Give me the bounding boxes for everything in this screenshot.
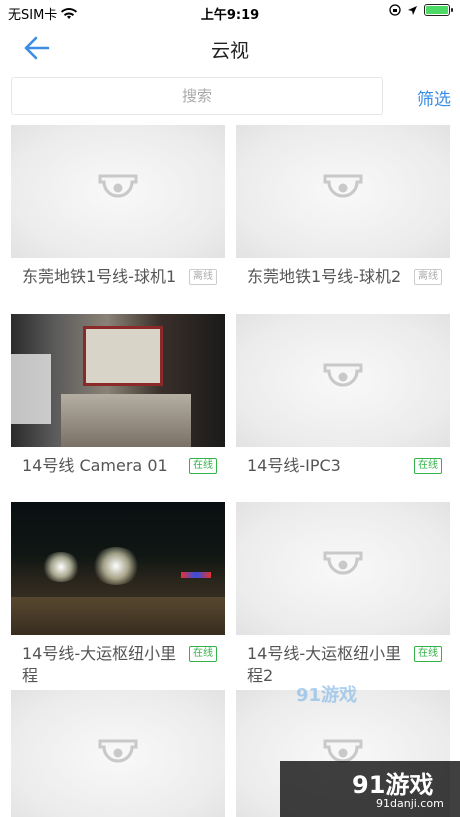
search-row: 筛选 bbox=[11, 77, 451, 115]
camera-placeholder-icon bbox=[323, 363, 363, 386]
nav-bar: 云视 bbox=[0, 26, 460, 70]
camera-thumbnail bbox=[11, 690, 225, 817]
camera-card[interactable]: 14号线-IPC3 在线 bbox=[236, 314, 450, 499]
status-bar: 无SIM卡 上午9:19 bbox=[0, 0, 460, 24]
camera-thumbnail bbox=[11, 125, 225, 258]
page-title: 云视 bbox=[210, 40, 249, 62]
status-badge: 在线 bbox=[189, 458, 217, 474]
camera-info: 东莞地铁1号线-球机2 离线 bbox=[236, 266, 450, 310]
floor bbox=[61, 394, 191, 447]
status-badge: 离线 bbox=[189, 269, 217, 285]
wall-poster bbox=[83, 326, 163, 386]
status-badge: 在线 bbox=[189, 646, 217, 662]
location-icon bbox=[408, 5, 417, 15]
camera-placeholder-icon bbox=[98, 739, 138, 762]
watermark-site: 91游戏 bbox=[296, 685, 358, 706]
watermark-url: 91danji.com bbox=[376, 797, 444, 810]
watermark-site: 91游戏 bbox=[352, 771, 434, 799]
filter-button[interactable]: 筛选 bbox=[417, 85, 451, 110]
camera-info: 东莞地铁1号线-球机1 离线 bbox=[11, 266, 225, 310]
camera-name: 东莞地铁1号线-球机2 bbox=[247, 267, 402, 286]
camera-placeholder-icon bbox=[98, 174, 138, 197]
camera-name: 东莞地铁1号线-球机1 bbox=[22, 267, 177, 286]
window-glare bbox=[11, 354, 51, 424]
camera-card[interactable]: 14号线-大运枢纽小里程 在线 bbox=[11, 502, 225, 687]
construction-ground bbox=[11, 597, 225, 635]
camera-live-preview bbox=[11, 314, 225, 447]
battery-icon bbox=[424, 4, 453, 16]
search-box[interactable] bbox=[11, 77, 383, 115]
floodlight bbox=[41, 552, 81, 582]
rotation-lock-icon bbox=[389, 4, 401, 16]
camera-info: 14号线 Camera 01 在线 bbox=[11, 455, 225, 499]
camera-thumbnail bbox=[236, 125, 450, 258]
floodlight bbox=[91, 547, 141, 585]
camera-name: 14号线-IPC3 bbox=[247, 456, 341, 475]
camera-card[interactable]: 东莞地铁1号线-球机1 离线 bbox=[11, 125, 225, 310]
camera-name: 14号线-大运枢纽小里程2 bbox=[247, 644, 402, 685]
search-input[interactable] bbox=[12, 78, 382, 114]
camera-info: 14号线-大运枢纽小里程 在线 bbox=[11, 643, 225, 687]
status-right bbox=[389, 4, 453, 16]
status-badge: 在线 bbox=[414, 646, 442, 662]
camera-thumbnail bbox=[236, 502, 450, 635]
status-badge: 在线 bbox=[414, 458, 442, 474]
camera-info: 14号线-IPC3 在线 bbox=[236, 455, 450, 499]
camera-card[interactable]: 14号线-大运枢纽小里程2 在线 bbox=[236, 502, 450, 687]
camera-card[interactable] bbox=[11, 690, 225, 817]
camera-live-preview bbox=[11, 502, 225, 635]
camera-name: 14号线 Camera 01 bbox=[22, 456, 168, 475]
watermark-logo-faint: 91游戏 bbox=[296, 681, 357, 707]
camera-name: 14号线-大运枢纽小里程 bbox=[22, 644, 177, 685]
watermark-banner: 91游戏 91danji.com bbox=[280, 761, 460, 817]
camera-card[interactable]: 14号线 Camera 01 在线 bbox=[11, 314, 225, 499]
camera-placeholder-icon bbox=[323, 174, 363, 197]
status-badge: 离线 bbox=[414, 269, 442, 285]
camera-placeholder-icon bbox=[323, 551, 363, 574]
warning-lights bbox=[181, 572, 211, 578]
camera-thumbnail bbox=[236, 314, 450, 447]
camera-card[interactable]: 东莞地铁1号线-球机2 离线 bbox=[236, 125, 450, 310]
